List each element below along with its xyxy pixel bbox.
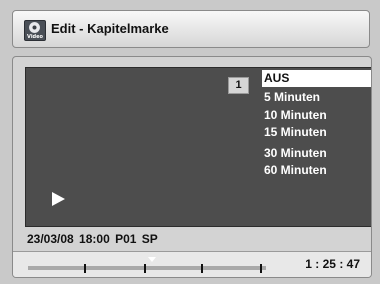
video-disc-icon: Video bbox=[24, 20, 46, 41]
play-icon bbox=[52, 192, 65, 206]
status-row: 23/03/08 18:00 P01 SP bbox=[13, 228, 371, 250]
recording-info: 23/03/08 18:00 P01 SP bbox=[27, 232, 158, 246]
menu-item-30-minuten[interactable]: 30 Minuten bbox=[262, 145, 348, 162]
elapsed-time: 1 : 25 : 47 bbox=[305, 257, 360, 271]
chapter-number-badge: 1 bbox=[228, 77, 249, 94]
chapter-mark bbox=[260, 264, 262, 273]
main-area: 1 AUS 5 Minuten 10 Minuten 15 Minuten 30… bbox=[12, 56, 372, 278]
edit-panel: Video Edit - Kapitelmarke 1 AUS 5 Minute… bbox=[12, 10, 372, 278]
chapter-mark bbox=[144, 264, 146, 273]
menu-item-10-minuten[interactable]: 10 Minuten bbox=[262, 107, 348, 124]
menu-item-aus[interactable]: AUS bbox=[262, 70, 371, 87]
page-title: Edit - Kapitelmarke bbox=[51, 21, 169, 36]
title-bar: Video Edit - Kapitelmarke bbox=[12, 10, 370, 48]
menu-item-60-minuten[interactable]: 60 Minuten bbox=[262, 162, 348, 179]
disc-graphic bbox=[29, 22, 40, 33]
timeline-row: 1 : 25 : 47 bbox=[13, 251, 371, 277]
interval-menu: AUS 5 Minuten 10 Minuten 15 Minuten 30 M… bbox=[258, 67, 371, 227]
timeline-bar bbox=[28, 257, 266, 273]
video-preview: 1 bbox=[25, 67, 260, 227]
position-marker bbox=[148, 257, 156, 262]
chapter-mark bbox=[84, 264, 86, 273]
chapter-mark bbox=[201, 264, 203, 273]
video-icon-label: Video bbox=[27, 34, 43, 40]
menu-item-5-minuten[interactable]: 5 Minuten bbox=[262, 89, 348, 106]
menu-item-15-minuten[interactable]: 15 Minuten bbox=[262, 124, 348, 141]
